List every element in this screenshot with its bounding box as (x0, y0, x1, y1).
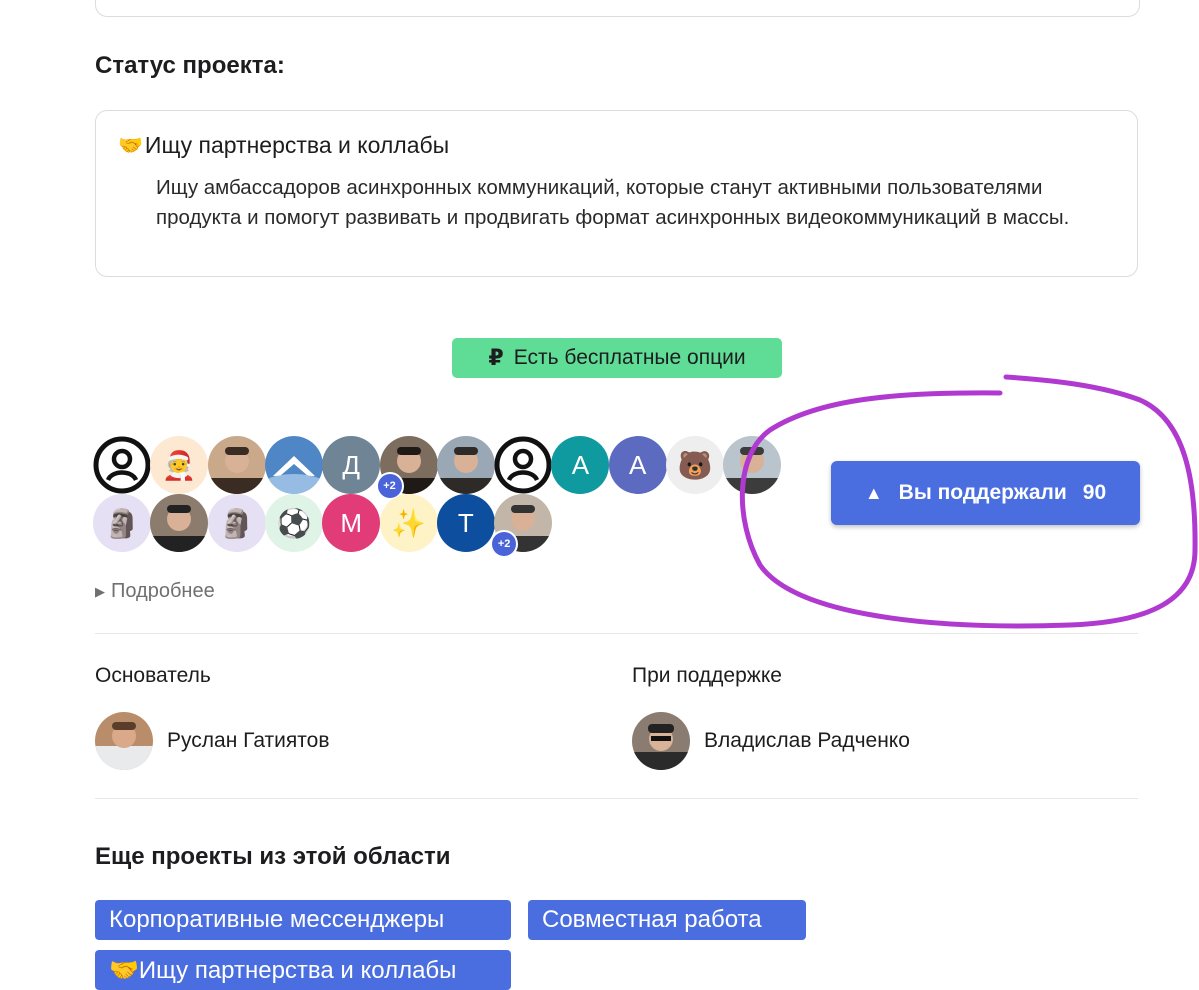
status-card: 🤝 Ищу партнерства и коллабы Ищу амбассад… (95, 110, 1138, 277)
supporter-avatar[interactable]: ⚽ (264, 494, 323, 552)
avatar-photo (207, 436, 266, 494)
supporter-avatar[interactable]: 🗿 (207, 494, 266, 552)
avatar-emoji: 🗿 (93, 494, 151, 552)
more-count-badge: +2 (490, 530, 519, 558)
avatar-letter: А (551, 436, 610, 494)
avatar-photo (150, 494, 209, 552)
avatar-photo (723, 436, 782, 494)
founder-name[interactable]: Руслан Гатиятов (167, 729, 329, 753)
supporter-avatar[interactable]: М (322, 494, 381, 552)
avatar-letter: А (608, 436, 667, 494)
supporter-avatar[interactable]: А (608, 436, 667, 494)
avatar (95, 712, 153, 770)
avatar-emoji: 🗿 (207, 494, 266, 552)
handshake-icon: 🤝 (118, 135, 143, 157)
supporter-avatar[interactable] (207, 436, 266, 494)
divider (95, 633, 1138, 634)
free-options-badge: ₽ Есть бесплатные опции (452, 338, 782, 378)
divider (95, 798, 1138, 799)
mountain-logo-icon (264, 436, 323, 494)
support-button[interactable]: ▲ Вы поддержали 90 (831, 461, 1140, 525)
more-projects-heading: Еще проекты из этой области (95, 843, 451, 870)
supporter-avatar[interactable] (494, 436, 552, 494)
avatar-letter: Д (322, 436, 381, 494)
supporter-avatar[interactable]: Т (436, 494, 495, 552)
backer-name[interactable]: Владислав Радченко (704, 729, 910, 753)
ruble-icon: ₽ (488, 345, 504, 370)
support-count: 90 (1082, 481, 1107, 504)
user-icon (93, 436, 151, 494)
founder-label: Основатель (95, 664, 211, 687)
supporter-avatar[interactable]: ✨ (379, 494, 438, 552)
supporter-avatar[interactable] (264, 436, 323, 494)
previous-card (95, 0, 1140, 17)
supporter-avatar[interactable]: 🐻 (666, 436, 724, 494)
tag-corporate-messengers[interactable]: Корпоративные мессенджеры (95, 900, 511, 940)
avatar-photo (436, 436, 495, 494)
user-icon (494, 436, 552, 494)
tag-collaboration[interactable]: Совместная работа (528, 900, 806, 940)
status-description: Ищу амбассадоров асинхронных коммуникаци… (156, 176, 1070, 229)
supporter-avatar[interactable] (93, 436, 151, 494)
caret-right-icon: ▶ (95, 583, 105, 599)
triangle-up-icon: ▲ (864, 482, 883, 503)
status-title-text: Ищу партнерства и коллабы (144, 132, 450, 158)
backer-profile[interactable]: Владислав Радченко (632, 712, 910, 770)
supporter-avatar[interactable]: +2 (375, 436, 438, 500)
support-label: Вы поддержали (898, 481, 1067, 504)
founder-profile[interactable]: Руслан Гатиятов (95, 712, 329, 770)
free-options-label: Есть бесплатные опции (513, 346, 746, 369)
avatar-letter: М (322, 494, 381, 552)
avatar-emoji: ⚽ (264, 494, 323, 552)
avatar (632, 712, 690, 770)
status-title: 🤝 Ищу партнерства и коллабы (118, 132, 449, 159)
tag-partnerships[interactable]: 🤝Ищу партнерства и коллабы (95, 950, 511, 990)
details-label: Подробнее (111, 580, 215, 602)
avatar-emoji: 🐻 (666, 436, 724, 494)
supporter-avatar[interactable] (723, 436, 782, 494)
status-heading: Статус проекта: (95, 52, 285, 79)
backer-label: При поддержке (632, 664, 782, 687)
avatar-letter: Т (436, 494, 495, 552)
supporter-avatar[interactable] (436, 436, 495, 494)
supporter-avatar[interactable]: +2 (490, 494, 553, 558)
details-toggle[interactable]: ▶ Подробнее (95, 580, 215, 603)
supporter-avatar[interactable]: Д (322, 436, 381, 494)
supporter-avatar[interactable]: А (551, 436, 610, 494)
supporter-avatar[interactable]: 🗿 (93, 494, 151, 552)
supporter-avatar[interactable]: 🧑‍🎄 (150, 436, 209, 494)
supporter-avatar[interactable] (150, 494, 209, 552)
avatar-emoji: 🧑‍🎄 (150, 436, 209, 494)
avatar-emoji: ✨ (379, 494, 438, 552)
